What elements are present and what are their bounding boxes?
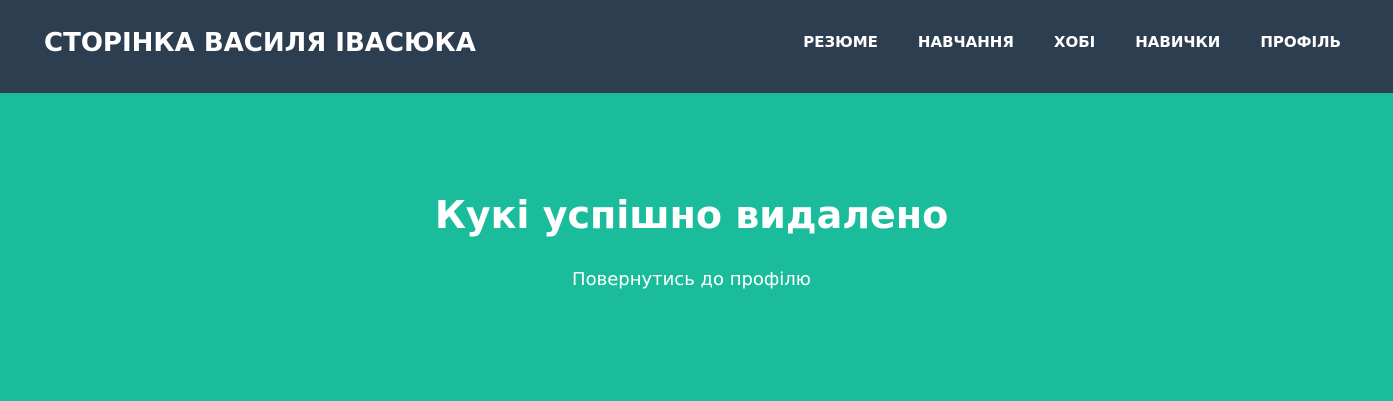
nav-item-resume[interactable]: РЕЗЮМЕ — [803, 30, 878, 54]
nav-item-skills[interactable]: НАВИЧКИ — [1135, 30, 1220, 54]
site-brand-link[interactable]: СТОРІНКА ВАСИЛЯ ІВАСЮКА — [44, 25, 476, 61]
back-to-profile-link[interactable]: Повернутись до профілю — [0, 267, 1383, 293]
main-navigation: РЕЗЮМЕ НАВЧАННЯ ХОБІ НАВИЧКИ ПРОФІЛЬ — [803, 30, 1341, 54]
back-to-profile-label[interactable]: Повернутись до профілю — [572, 269, 811, 290]
nav-item-education[interactable]: НАВЧАННЯ — [918, 30, 1014, 54]
top-navbar: СТОРІНКА ВАСИЛЯ ІВАСЮКА РЕЗЮМЕ НАВЧАННЯ … — [0, 0, 1393, 93]
nav-item-hobbies[interactable]: ХОБІ — [1054, 30, 1095, 54]
hero-section: Кукі успішно видалено Повернутись до про… — [0, 93, 1393, 401]
page-title: Кукі успішно видалено — [434, 193, 949, 237]
nav-item-profile[interactable]: ПРОФІЛЬ — [1260, 30, 1341, 54]
